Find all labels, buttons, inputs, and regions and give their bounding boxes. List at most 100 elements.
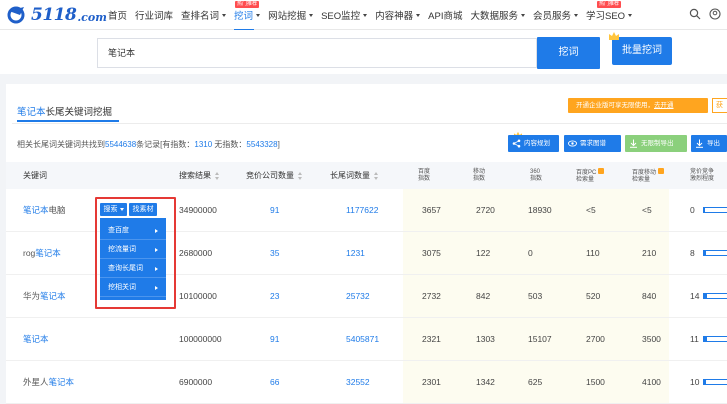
compete-bar-fill: [704, 380, 707, 384]
help-icon[interactable]: [658, 167, 665, 174]
results-cell: 34900000: [179, 205, 217, 215]
compete-bar-fill: [704, 251, 706, 255]
longtail-cell[interactable]: 1231: [346, 232, 365, 275]
longtail-cell[interactable]: 5405871: [346, 318, 379, 361]
demand-graph-button[interactable]: 需求图谱: [564, 135, 621, 152]
compete-bar: [703, 293, 727, 299]
col-mobile-index[interactable]: 移动 指数: [473, 162, 485, 189]
nav-item[interactable]: 查排名词: [181, 8, 227, 22]
nav-item-label: 行业词库: [135, 11, 174, 22]
col-mobile-volume[interactable]: 百度移动 检索量: [632, 162, 665, 189]
sort-icon[interactable]: [215, 171, 219, 180]
bidders-cell[interactable]: 23: [270, 275, 279, 318]
keyword-cell[interactable]: rog笔记本: [23, 232, 61, 275]
nav-item[interactable]: 网站挖掘: [268, 8, 314, 22]
nav-item[interactable]: 挖词 热门推荐: [234, 1, 261, 31]
longtail-cell[interactable]: 1177622: [346, 189, 378, 232]
col-compete-l1: 竞价竞争: [690, 168, 715, 175]
panel-title-rest: 长尾关键词挖掘: [45, 107, 113, 118]
mobile-volume-cell: 840: [642, 291, 657, 301]
compete-cell: 10: [690, 377, 700, 387]
bidders-cell[interactable]: 35: [270, 232, 279, 275]
pc-volume-cell: 1500: [586, 377, 605, 387]
unlimited-export-label: 无限制导出: [641, 140, 674, 147]
bidders-cell[interactable]: 91: [270, 318, 279, 361]
batch-wajue-label: 批量挖词: [622, 45, 662, 56]
summary-with-index[interactable]: 1310: [194, 140, 212, 149]
mobile-index-cell: 1303: [476, 334, 495, 344]
mobile-index-cell: 2720: [476, 205, 495, 215]
summary-mid2: 无指数：: [212, 140, 247, 149]
s360-index-cell: 18930: [528, 205, 552, 215]
col-360-index[interactable]: 360 指数: [530, 162, 542, 189]
enterprise-promo-banner[interactable]: 开通企业版可享无限使用，去开通: [568, 98, 708, 113]
col-longtail[interactable]: 长尾词数量: [330, 162, 378, 189]
chevron-down-icon: [574, 13, 578, 17]
batch-wajue-button[interactable]: 批量挖词: [609, 32, 672, 65]
col-pc-volume[interactable]: 百度PC 检索量: [576, 162, 605, 189]
col-mobile-index-l2: 指数: [473, 175, 486, 182]
search-icon[interactable]: [689, 8, 701, 20]
nav-item[interactable]: 内容神器: [375, 8, 421, 22]
keyword-search-input[interactable]: 笔记本: [97, 38, 537, 68]
nav-item-label: 内容神器: [375, 11, 414, 22]
summary-suffix: ]: [277, 140, 280, 149]
keyword-highlight: 笔记本: [23, 334, 49, 344]
wajue-button[interactable]: 挖词: [537, 37, 600, 69]
nav-item-label: 首页: [108, 11, 128, 22]
content-plan-label: 内容规划: [524, 140, 550, 147]
export-button[interactable]: 导出: [691, 135, 727, 152]
content-plan-button[interactable]: 内容规划: [508, 135, 559, 152]
sort-icon[interactable]: [298, 171, 302, 180]
keyword-cell[interactable]: 笔记本: [23, 318, 49, 361]
summary-no-index[interactable]: 5543328: [246, 140, 277, 149]
promo-right-tag[interactable]: 获: [712, 98, 727, 113]
summary-total[interactable]: 5544638: [105, 140, 136, 149]
unlimited-export-button[interactable]: 无限制导出: [625, 135, 687, 152]
chevron-down-icon: [628, 13, 633, 17]
site-logo[interactable]: 5118 .com: [6, 5, 107, 25]
panel-divider: [12, 123, 727, 124]
nav-item[interactable]: 会员服务: [533, 8, 578, 22]
col-bidders[interactable]: 竞价公司数量: [246, 162, 302, 189]
chevron-down-icon: [309, 13, 314, 17]
nav-item[interactable]: SEO监控: [321, 8, 368, 22]
sort-icon[interactable]: [374, 171, 378, 180]
bidders-cell[interactable]: 66: [270, 361, 279, 404]
hot-badge: 热门推荐: [597, 1, 622, 8]
promo-link[interactable]: 去开通: [654, 102, 674, 109]
keyword-cell[interactable]: 外星人笔记本: [23, 361, 74, 404]
help-icon[interactable]: [598, 167, 605, 174]
logo-text: 5118: [31, 5, 77, 25]
nav-item[interactable]: 大数据服务: [470, 8, 525, 22]
nav-item[interactable]: 首页: [108, 8, 127, 22]
baidu-index-cell: 3075: [422, 248, 441, 258]
nav-item[interactable]: API商城: [428, 8, 462, 22]
baidu-index-cell: 2301: [422, 377, 441, 387]
keyword-suffix: 电脑: [48, 205, 66, 215]
results-cell: 10100000: [179, 291, 217, 301]
col-results[interactable]: 搜索结果: [179, 162, 219, 189]
user-icon[interactable]: [709, 8, 721, 20]
col-compete[interactable]: 竞价竞争 激烈程度: [690, 162, 714, 189]
baidu-index-cell: 2321: [422, 334, 441, 344]
col-longtail-label: 长尾词数量: [330, 171, 370, 180]
col-keyword: 关键词: [23, 171, 47, 180]
nav-item-label: 大数据服务: [470, 11, 518, 22]
compete-bar: [703, 379, 727, 385]
nav-item[interactable]: 学习SEO 热门推荐: [586, 1, 633, 22]
keyword-cell[interactable]: 华为笔记本: [23, 275, 66, 318]
col-baidu-index[interactable]: 百度 指数: [418, 162, 430, 189]
col-baidu-index-l1: 百度: [418, 168, 431, 175]
nav-item[interactable]: 行业词库: [135, 8, 173, 22]
results-cell: 6900000: [179, 377, 213, 387]
bidders-cell[interactable]: 91: [270, 189, 279, 232]
col-mobile-index-l1: 移动: [473, 168, 486, 175]
longtail-cell[interactable]: 32552: [346, 361, 370, 404]
keyword-cell[interactable]: 笔记本电脑: [23, 189, 66, 232]
logo-mark-icon: [7, 6, 25, 24]
summary-prefix: 相关长尾词关键词共找到: [17, 140, 105, 149]
compete-cell: 0: [690, 205, 695, 215]
longtail-cell[interactable]: 25732: [346, 275, 370, 318]
keyword-prefix: rog: [23, 248, 36, 258]
